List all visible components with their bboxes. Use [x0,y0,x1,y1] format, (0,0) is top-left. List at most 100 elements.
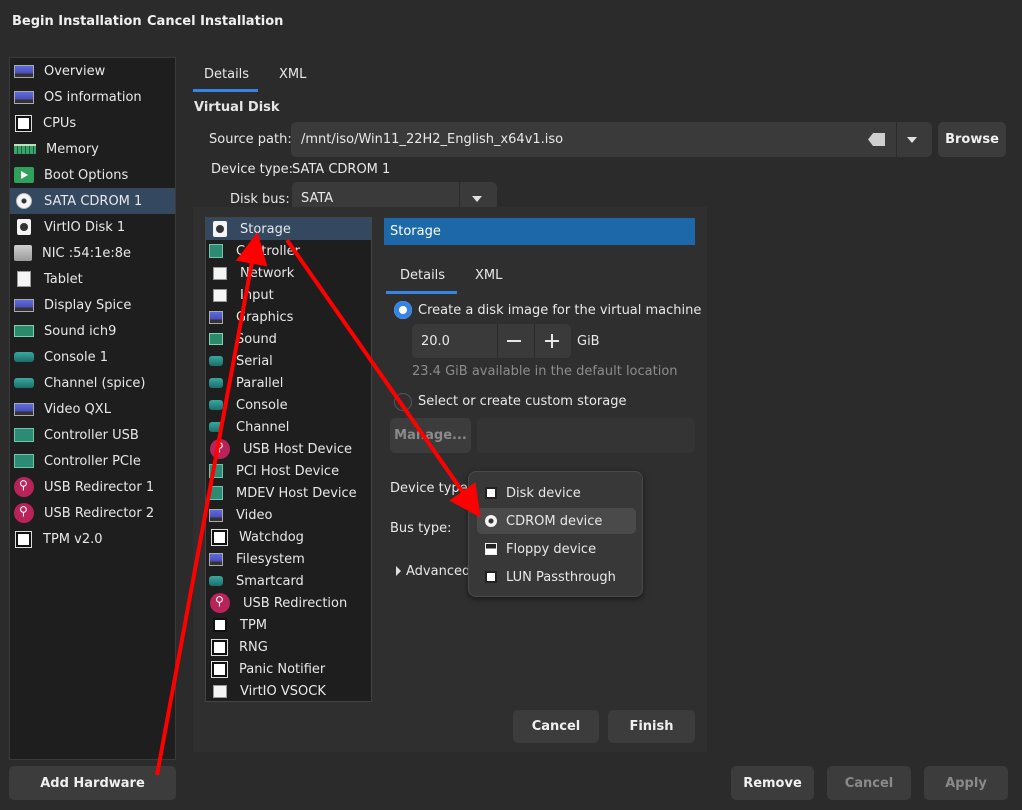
device-item[interactable]: Tablet [10,266,175,292]
remove-button[interactable]: Remove [731,766,814,800]
lun-icon [485,571,497,583]
device-item[interactable]: OS information [10,84,175,110]
cancel-installation-button[interactable]: Cancel Installation [147,14,283,29]
add-hardware-button[interactable]: Add Hardware [9,766,176,800]
device-item[interactable]: Controller PCIe [10,448,175,474]
hw-type-item[interactable]: Smartcard [206,570,371,592]
hw-type-label: MDEV Host Device [236,485,357,501]
hw-type-item[interactable]: Network [206,262,371,284]
begin-installation-button[interactable]: Begin Installation [12,14,142,29]
popover-item-disk[interactable]: Disk device [477,480,636,506]
hw-type-icon [210,593,230,613]
device-type-field-label: Device type [390,481,468,496]
browse-button[interactable]: Browse [938,122,1006,157]
custom-storage-radio[interactable] [394,393,412,411]
hw-type-item[interactable]: PCI Host Device [206,460,371,482]
nic-icon [14,245,32,261]
hw-type-item[interactable]: Console [206,394,371,416]
hw-type-item[interactable]: Channel [206,416,371,438]
hw-type-item[interactable]: RNG [206,636,371,658]
hw-type-item[interactable]: Parallel [206,372,371,394]
device-item-label: Video QXL [44,401,111,417]
hw-type-icon [209,400,223,410]
chevron-down-icon[interactable] [907,137,917,143]
expander-arrow-icon[interactable] [396,566,401,576]
advanced-expander[interactable]: Advanced [406,564,470,579]
source-path-input[interactable]: /mnt/iso/Win11_22H2_English_x64v1.iso [301,132,563,147]
hw-type-label: Panic Notifier [239,661,326,677]
hw-type-item[interactable]: Storage [206,218,371,240]
hw-type-label: VirtIO VSOCK [240,683,326,699]
popover-item-lun[interactable]: LUN Passthrough [477,564,636,590]
hw-type-item[interactable]: Video [206,504,371,526]
device-item[interactable]: USB Redirector 2 [10,500,175,526]
dialog-cancel-button[interactable]: Cancel [513,710,599,743]
hw-type-icon [209,464,223,478]
clear-icon[interactable] [868,133,885,146]
hw-type-icon [209,244,223,258]
popover-item-label: CDROM device [506,513,603,529]
tab-xml[interactable]: XML [279,67,306,82]
device-item[interactable]: Sound ich9 [10,318,175,344]
minus-icon[interactable] [507,340,521,342]
hw-type-item[interactable]: TPM [206,614,371,636]
hw-type-icon [209,576,223,586]
hw-type-item[interactable]: MDEV Host Device [206,482,371,504]
controller-icon [14,454,34,468]
device-item[interactable]: TPM v2.0 [10,526,175,552]
bus-type-label: Bus type: [390,521,452,536]
device-item[interactable]: Boot Options [10,162,175,188]
hw-type-item[interactable]: Controller [206,240,371,262]
device-item[interactable]: Channel (spice) [10,370,175,396]
create-disk-label: Create a disk image for the virtual mach… [418,303,702,318]
device-item[interactable]: CPUs [10,110,175,136]
display-icon [14,298,34,312]
hw-type-item[interactable]: USB Host Device [206,438,371,460]
hw-type-item[interactable]: Panic Notifier [206,658,371,680]
controller-icon [14,428,34,442]
create-disk-radio[interactable] [394,301,412,319]
device-item[interactable]: Controller USB [10,422,175,448]
popover-item-floppy[interactable]: Floppy device [477,536,636,562]
hw-type-icon [209,310,223,324]
storage-tab-xml[interactable]: XML [475,268,502,283]
popover-item-cdrom[interactable]: CDROM device [477,508,636,534]
hw-type-item[interactable]: Input [206,284,371,306]
hardware-type-list: Storage Controller Network Input Graphics Sou… [205,217,372,702]
custom-storage-input[interactable] [477,418,695,453]
device-item[interactable]: Memory [10,136,175,162]
source-path-label: Source path: [209,132,292,147]
hw-type-item[interactable]: Graphics [206,306,371,328]
device-item[interactable]: VirtIO Disk 1 [10,214,175,240]
device-item-label: NIC :54:1e:8e [42,245,131,261]
floppy-icon [485,543,497,555]
hw-type-item[interactable]: USB Redirection [206,592,371,614]
device-item[interactable]: Display Spice [10,292,175,318]
hw-type-item[interactable]: Serial [206,350,371,372]
apply-button[interactable]: Apply [924,766,1008,800]
device-item-label: Display Spice [44,297,132,313]
hw-type-label: TPM [240,617,267,633]
device-item[interactable]: NIC :54:1e:8e [10,240,175,266]
hw-type-item[interactable]: Watchdog [206,526,371,548]
hw-type-icon [209,422,223,432]
hw-type-item[interactable]: Sound [206,328,371,350]
hw-type-item[interactable]: VirtIO VSOCK [206,680,371,702]
hw-type-icon [213,266,227,280]
disk-size-input[interactable]: 20.0 [421,334,450,349]
storage-tab-details[interactable]: Details [400,268,445,283]
hw-type-label: Sound [236,331,277,347]
cancel-button[interactable]: Cancel [827,766,911,800]
device-item[interactable]: Overview [10,58,175,84]
hw-type-item[interactable]: Filesystem [206,548,371,570]
device-item[interactable]: SATA CDROM 1 [10,188,175,214]
dialog-finish-button[interactable]: Finish [608,710,695,743]
device-item[interactable]: USB Redirector 1 [10,474,175,500]
tab-details[interactable]: Details [204,67,249,82]
device-item-label: Console 1 [44,349,109,365]
device-item[interactable]: Video QXL [10,396,175,422]
device-item[interactable]: Console 1 [10,344,175,370]
serial-icon [14,378,34,388]
size-unit: GiB [577,334,600,349]
manage-button[interactable]: Manage... [390,418,471,453]
